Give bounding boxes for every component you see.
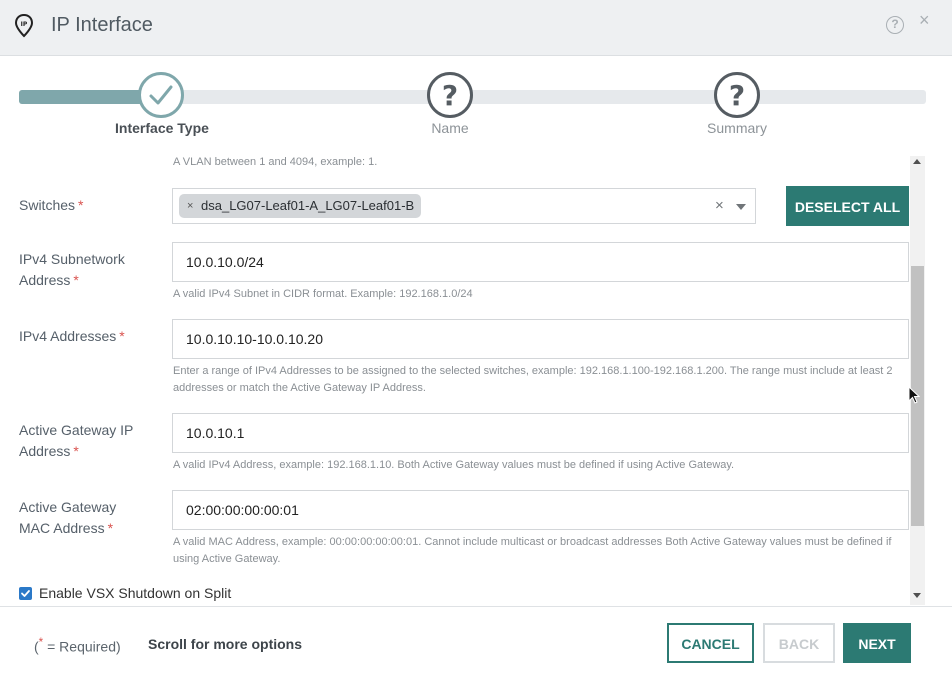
step-pending-question-icon[interactable]: ? (714, 72, 760, 118)
scroll-up-arrow-icon[interactable] (913, 159, 921, 164)
ipv4-addresses-value: 10.0.10.10-10.0.10.20 (186, 331, 324, 347)
next-button[interactable]: NEXT (843, 623, 911, 663)
form-scroll-area[interactable]: A VLAN between 1 and 4094, example: 1. S… (0, 154, 910, 606)
ipv4-subnet-input[interactable]: 10.0.10.0/24 (172, 242, 909, 282)
gateway-mac-value: 02:00:00:00:00:01 (186, 502, 299, 518)
ipv4-addresses-hint: Enter a range of IPv4 Addresses to be as… (173, 365, 893, 394)
gateway-ip-value: 10.0.10.1 (186, 425, 245, 441)
ipv4-addresses-label: IPv4 Addresses * (19, 328, 125, 344)
required-legend: (* = Required) (34, 636, 121, 655)
gateway-ip-hint: A valid IPv4 Address, example: 192.168.1… (173, 459, 735, 471)
chip-remove-icon[interactable]: × (187, 194, 193, 218)
ipv4-subnet-value: 10.0.10.0/24 (186, 254, 264, 270)
dialog-header: IP IP Interface ? × (0, 0, 952, 56)
vlan-hint: A VLAN between 1 and 4094, example: 1. (173, 156, 378, 168)
vertical-scrollbar[interactable] (910, 156, 925, 605)
back-button[interactable]: BACK (763, 623, 835, 663)
mouse-pointer-icon (908, 386, 920, 404)
dialog-title: IP Interface (51, 14, 153, 36)
dialog-footer: (* = Required) Scroll for more options C… (0, 607, 952, 676)
chevron-down-icon[interactable] (736, 204, 746, 210)
ipv4-subnet-label: IPv4 Subnetwork Address * (19, 251, 125, 288)
gateway-mac-label: Active Gateway MAC Address * (19, 499, 117, 536)
svg-text:IP: IP (21, 21, 28, 28)
ipv4-addresses-input[interactable]: 10.0.10.10-10.0.10.20 (172, 319, 909, 359)
switch-chip-label: dsa_LG07-Leaf01-A_LG07-Leaf01-B (201, 198, 415, 213)
switches-select[interactable]: × dsa_LG07-Leaf01-A_LG07-Leaf01-B × (172, 188, 756, 224)
svg-text:?: ? (442, 79, 458, 112)
scroll-down-arrow-icon[interactable] (913, 593, 921, 598)
vsx-shutdown-label: Enable VSX Shutdown on Split (39, 585, 232, 601)
gateway-ip-label: Active Gateway IP Address * (19, 422, 134, 459)
gateway-mac-input[interactable]: 02:00:00:00:00:01 (172, 490, 909, 530)
cancel-button[interactable]: CANCEL (667, 623, 754, 663)
switch-chip: × dsa_LG07-Leaf01-A_LG07-Leaf01-B (179, 194, 422, 218)
step-label-summary: Summary (707, 120, 767, 136)
ip-pin-icon: IP (14, 14, 34, 38)
gateway-ip-input[interactable]: 10.0.10.1 (172, 413, 909, 453)
question-circle-icon[interactable]: ? (886, 16, 904, 34)
scroll-more-hint: Scroll for more options (148, 636, 303, 652)
gateway-mac-hint: A valid MAC Address, example: 00:00:00:0… (173, 536, 892, 565)
step-label-interface-type: Interface Type (115, 120, 209, 136)
svg-text:?: ? (729, 79, 745, 112)
clear-selection-icon[interactable]: × (715, 197, 724, 214)
step-pending-question-icon[interactable]: ? (427, 72, 473, 118)
switches-label: Switches * (19, 197, 84, 213)
ipv4-subnet-hint: A valid IPv4 Subnet in CIDR format. Exam… (173, 288, 473, 300)
wizard-stepper: ? ? Interface Type Name Summary (0, 56, 952, 154)
deselect-all-button[interactable]: DESELECT ALL (786, 186, 909, 226)
vsx-shutdown-checkbox[interactable] (19, 587, 32, 600)
step-complete-check-icon[interactable] (138, 72, 184, 118)
close-icon[interactable]: × (919, 10, 930, 30)
step-label-name: Name (431, 120, 469, 136)
